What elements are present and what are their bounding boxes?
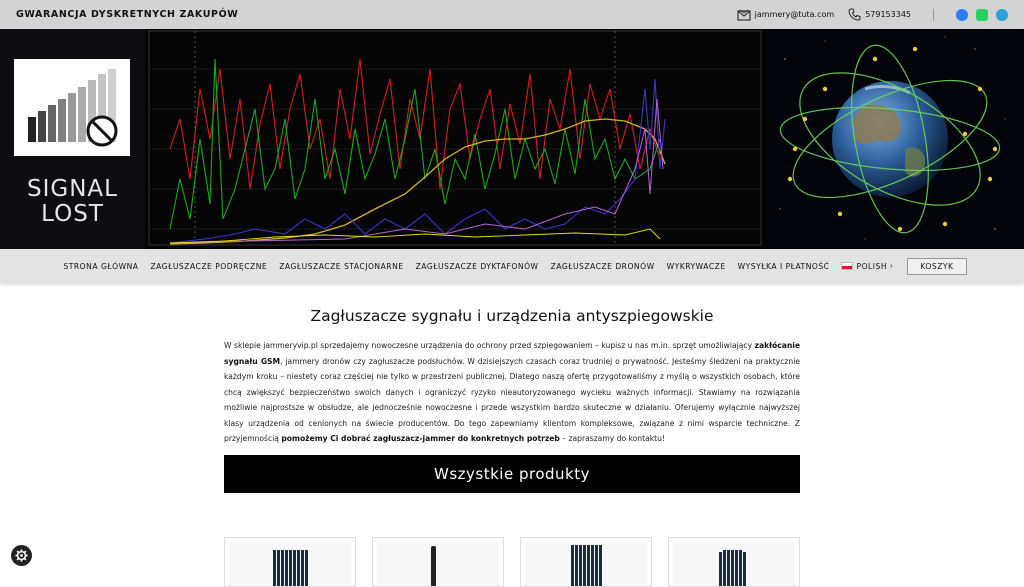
intro-text-2: , jammery dronów czy zagłuszacze podsłuc… bbox=[224, 356, 800, 444]
phone-text: 579153345 bbox=[865, 10, 911, 19]
poland-flag-icon bbox=[841, 262, 854, 270]
cookie-settings-button[interactable] bbox=[11, 545, 32, 566]
nav-item-recorder-jammers[interactable]: ZAGŁUSZACZE DYKTAFONÓW bbox=[410, 262, 545, 271]
product-image bbox=[525, 542, 647, 586]
hero-banner: SIGNAL LOST bbox=[0, 29, 1024, 249]
email-text: jammery@tuta.com bbox=[754, 10, 835, 19]
divider bbox=[933, 8, 934, 21]
nav-item-drone-jammers[interactable]: ZAGŁUSZACZE DRONÓW bbox=[545, 262, 661, 271]
nav-item-home[interactable]: STRONA GŁÓWNA bbox=[57, 262, 144, 271]
signal-lost-logo bbox=[14, 59, 130, 156]
top-bar-contacts: jammery@tuta.com 579153345 bbox=[737, 8, 1008, 21]
globe-satellites-image bbox=[765, 29, 1024, 249]
cart-button[interactable]: KOSZYK bbox=[907, 257, 967, 275]
whatsapp-icon[interactable] bbox=[976, 8, 988, 21]
language-label: POLISH bbox=[856, 261, 888, 271]
nav-item-detectors[interactable]: WYKRYWACZE bbox=[661, 262, 732, 271]
intro-paragraph: W sklepie jammeryvip.pl sprzedajemy nowo… bbox=[224, 338, 800, 447]
telegram-icon[interactable] bbox=[996, 8, 1008, 21]
language-selector[interactable]: POLISH › bbox=[835, 262, 899, 271]
page-title: Zagłuszacze sygnału i urządzenia antyszp… bbox=[310, 307, 714, 325]
product-image bbox=[377, 542, 499, 586]
signal-lost-panel: SIGNAL LOST bbox=[0, 29, 145, 249]
logo-caption-signal: SIGNAL bbox=[27, 176, 118, 202]
tagline: GWARANCJA DYSKRETNYCH ZAKUPÓW bbox=[16, 9, 239, 20]
intro-bold-help: pomożemy Ci dobrać zagłuszacz-jammer do … bbox=[281, 434, 560, 443]
gear-icon bbox=[15, 549, 28, 562]
chevron-right-icon: › bbox=[890, 262, 894, 270]
phone-icon bbox=[848, 8, 861, 21]
product-image bbox=[229, 542, 351, 586]
envelope-icon bbox=[737, 9, 751, 21]
nav-item-handheld-jammers[interactable]: ZAGŁUSZACZE PODRĘCZNE bbox=[144, 262, 273, 271]
all-products-button[interactable]: Wszystkie produkty bbox=[224, 455, 800, 493]
product-card[interactable] bbox=[372, 537, 504, 587]
top-bar: GWARANCJA DYSKRETNYCH ZAKUPÓW jammery@tu… bbox=[0, 0, 1024, 29]
intro-text-1: W sklepie jammeryvip.pl sprzedajemy nowo… bbox=[224, 341, 755, 350]
product-image bbox=[673, 542, 795, 586]
nav-item-shipping-payment[interactable]: WYSYŁKA I PŁATNOŚĆ bbox=[732, 262, 836, 271]
product-card[interactable] bbox=[224, 537, 356, 587]
email-link[interactable]: jammery@tuta.com bbox=[737, 9, 835, 21]
nav-item-stationary-jammers[interactable]: ZAGŁUSZACZE STACJONARNE bbox=[273, 262, 409, 271]
intro-text-3: – zapraszamy do kontaktu! bbox=[559, 434, 665, 443]
messenger-icon[interactable] bbox=[956, 8, 968, 21]
phone-link[interactable]: 579153345 bbox=[848, 8, 911, 21]
logo-caption-lost: LOST bbox=[41, 201, 104, 227]
product-card[interactable] bbox=[668, 537, 800, 587]
spectrum-chart-image bbox=[145, 29, 765, 249]
product-card[interactable] bbox=[520, 537, 652, 587]
main-nav: STRONA GŁÓWNA ZAGŁUSZACZE PODRĘCZNE ZAGŁ… bbox=[0, 249, 1024, 283]
